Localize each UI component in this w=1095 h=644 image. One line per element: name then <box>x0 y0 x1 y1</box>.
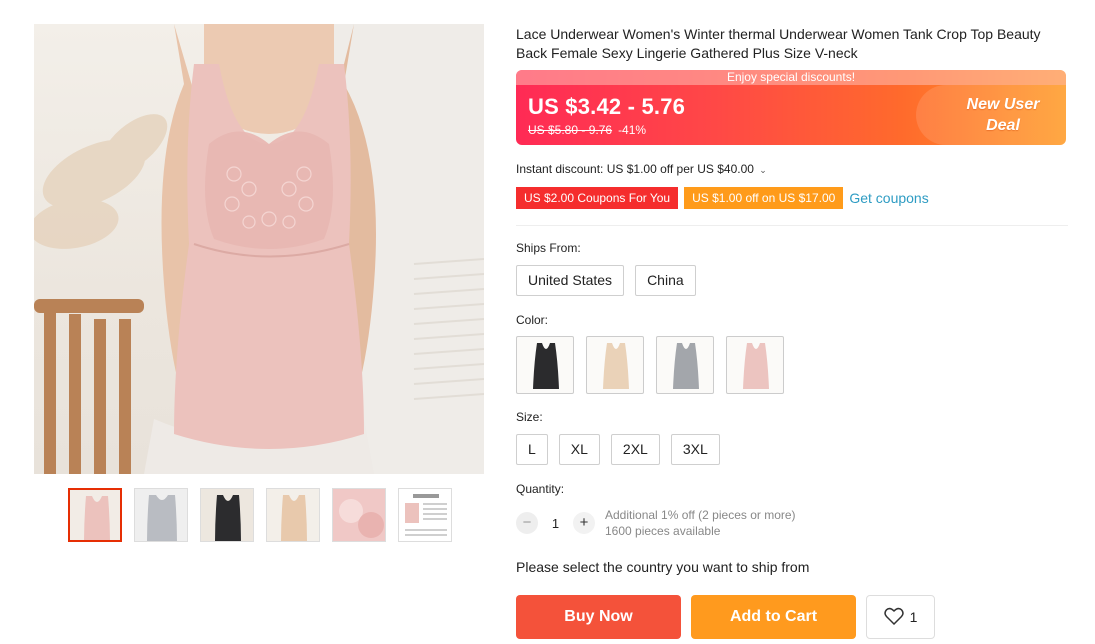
price-banner: Enjoy special discounts! US $3.42 - 5.76… <box>516 70 1066 145</box>
new-user-deal-badge: New User Deal <box>958 94 1048 136</box>
thumbnail-beige[interactable] <box>266 488 320 542</box>
heart-icon <box>883 607 904 628</box>
add-to-cart-button[interactable]: Add to Cart <box>691 595 856 639</box>
color-label: Color: <box>516 313 549 327</box>
thumbnail-strip <box>68 488 452 542</box>
size-options: L XL 2XL 3XL <box>516 434 720 465</box>
ship-country-message: Please select the country you want to sh… <box>516 559 810 575</box>
chevron-down-icon: ⌄ <box>759 165 767 175</box>
original-price: US $5.80 - 9.76 <box>528 123 613 137</box>
color-swatch-black[interactable] <box>516 336 574 394</box>
wishlist-count: 1 <box>909 609 918 625</box>
instant-discount[interactable]: Instant discount: US $1.00 off per US $4… <box>516 162 767 176</box>
ships-from-label: Ships From: <box>516 241 581 255</box>
thumbnail-black[interactable] <box>200 488 254 542</box>
stock-available-text: 1600 pieces available <box>605 524 721 538</box>
deal-line-1: New User <box>966 96 1040 113</box>
thumbnail-fabric-detail[interactable] <box>332 488 386 542</box>
discount-percent: -41% <box>618 123 647 137</box>
buy-now-button[interactable]: Buy Now <box>516 595 681 639</box>
product-title: Lace Underwear Women's Winter thermal Un… <box>516 26 1041 61</box>
deal-line-2: Deal <box>986 117 1020 134</box>
banner-strip: Enjoy special discounts! <box>516 70 1066 85</box>
thumbnail-pink[interactable] <box>68 488 122 542</box>
coupon-2-dollars[interactable]: US $2.00 Coupons For You <box>516 187 679 209</box>
bulk-discount-text: Additional 1% off (2 pieces or more) <box>605 508 796 522</box>
quantity-value[interactable]: 1 <box>538 516 573 531</box>
get-coupons-link[interactable]: Get coupons <box>849 190 928 206</box>
ships-from-options: United States China <box>516 265 696 296</box>
size-2xl[interactable]: 2XL <box>610 434 660 465</box>
coupon-1-dollar[interactable]: US $1.00 off on US $17.00 <box>684 187 844 209</box>
ships-from-united-states[interactable]: United States <box>516 265 625 296</box>
color-swatch-gray[interactable] <box>656 336 714 394</box>
quantity-label: Quantity: <box>516 482 565 496</box>
quantity-stepper: − 1 + Additional 1% off (2 pieces or mor… <box>516 507 796 539</box>
thumbnail-size-chart[interactable] <box>398 488 452 542</box>
thumbnail-gray[interactable] <box>134 488 188 542</box>
current-price: US $3.42 - 5.76 <box>528 94 686 119</box>
color-swatches <box>516 336 784 394</box>
coupon-row: US $2.00 Coupons For You US $1.00 off on… <box>516 187 929 209</box>
price-sub: US $5.80 - 9.76 -41% <box>528 123 646 137</box>
size-l[interactable]: L <box>516 434 548 465</box>
divider <box>516 225 1068 226</box>
main-product-image[interactable] <box>34 24 484 474</box>
size-label: Size: <box>516 410 543 424</box>
quantity-info: Additional 1% off (2 pieces or more) 160… <box>605 507 796 539</box>
size-3xl[interactable]: 3XL <box>670 434 720 465</box>
instant-discount-text: Instant discount: US $1.00 off per US $4… <box>516 162 754 176</box>
color-swatch-pink[interactable] <box>726 336 784 394</box>
ships-from-china[interactable]: China <box>635 265 696 296</box>
wishlist-button[interactable]: 1 <box>866 595 935 639</box>
size-xl[interactable]: XL <box>558 434 600 465</box>
quantity-plus-button[interactable]: + <box>573 512 595 534</box>
color-swatch-beige[interactable] <box>586 336 644 394</box>
quantity-minus-button[interactable]: − <box>516 512 538 534</box>
